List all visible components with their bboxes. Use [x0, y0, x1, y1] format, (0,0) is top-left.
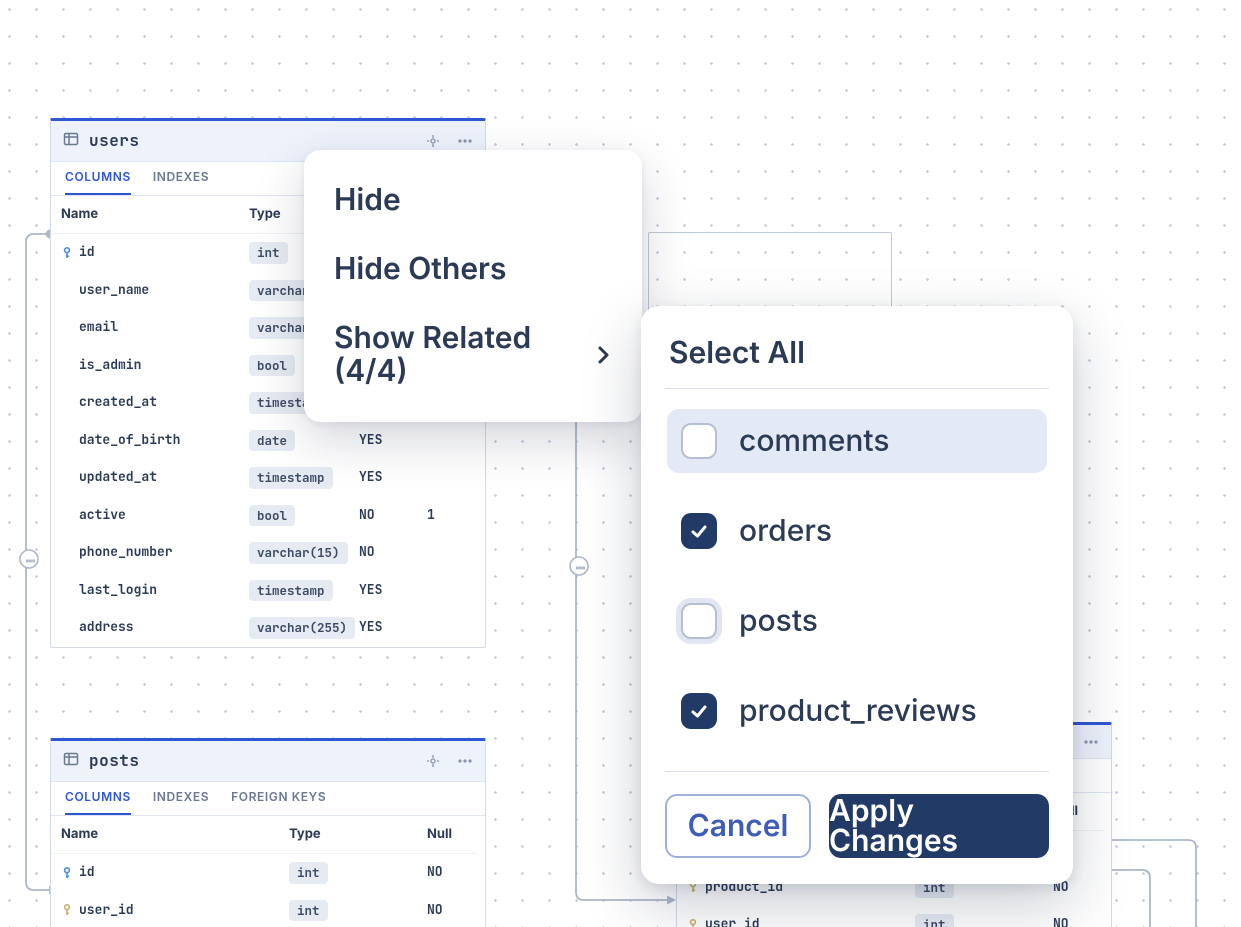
table-cell-name: id — [51, 234, 239, 272]
table-cell-default: 1 — [417, 497, 477, 535]
table-icon — [63, 131, 79, 151]
svg-text:…: … — [26, 554, 36, 565]
more-icon[interactable] — [1083, 734, 1099, 750]
table-cell-type: int — [279, 854, 417, 892]
more-icon[interactable] — [457, 133, 473, 149]
checkbox-unchecked-icon[interactable] — [681, 423, 717, 459]
table-cell-type: timestamp — [239, 572, 349, 610]
col-header-name: Name — [51, 816, 279, 854]
related-tables-popup: Select All comments orders posts product_re… — [641, 306, 1073, 884]
key-icon — [687, 919, 699, 927]
col-header-type: Type — [279, 816, 417, 854]
table-cell-default — [417, 609, 477, 647]
columns-grid: Name Type Null idintNOuser_idintNOtitlev… — [51, 816, 485, 927]
context-menu: Hide Hide Others Show Related (4/4) — [304, 150, 642, 422]
table-cell-null: NO — [349, 534, 417, 572]
menu-show-related-label: Show Related (4/4) — [334, 322, 596, 388]
table-cell-default — [417, 534, 477, 572]
tab-columns[interactable]: COLUMNS — [65, 791, 131, 815]
table-cell-null: NO — [417, 854, 477, 892]
table-cell-name: active — [51, 497, 239, 535]
table-cell-type: int — [905, 906, 1043, 927]
key-icon — [61, 247, 73, 259]
chevron-right-icon — [596, 342, 612, 368]
table-icon — [63, 751, 79, 771]
canvas[interactable]: … … users COLUMN — [0, 0, 1241, 927]
key-icon — [61, 904, 73, 916]
table-cell-name: user_id — [51, 892, 279, 927]
table-cell-type: timestamp — [239, 459, 349, 497]
tab-indexes[interactable]: INDEXES — [153, 791, 209, 815]
table-cell-null: YES — [349, 609, 417, 647]
menu-hide-others[interactable]: Hide Others — [312, 235, 634, 304]
menu-hide-label: Hide — [334, 184, 401, 217]
table-cell-name: date_of_birth — [51, 422, 239, 460]
related-option-label: comments — [739, 426, 890, 456]
divider — [665, 388, 1049, 389]
table-cell-type: date — [239, 422, 349, 460]
table-cell-default — [417, 422, 477, 460]
related-option[interactable]: posts — [667, 589, 1047, 653]
table-cell-null: NO — [417, 892, 477, 927]
table-cell-name: user_id — [677, 906, 905, 927]
table-header[interactable]: posts — [51, 741, 485, 782]
table-cell-name: is_admin — [51, 347, 239, 385]
table-tabs: COLUMNS INDEXES FOREIGN KEYS — [51, 782, 485, 816]
table-title: users — [89, 133, 140, 149]
svg-text:…: … — [576, 561, 586, 572]
related-option-label: orders — [739, 516, 832, 546]
table-cell-null: YES — [349, 459, 417, 497]
related-option[interactable]: orders — [667, 499, 1047, 563]
checkbox-checked-icon[interactable] — [681, 693, 717, 729]
table-cell-null: NO — [349, 497, 417, 535]
more-icon[interactable] — [457, 753, 473, 769]
related-option[interactable]: product_reviews — [667, 679, 1047, 743]
table-cell-default — [417, 572, 477, 610]
table-cell-name: updated_at — [51, 459, 239, 497]
auto-layout-icon[interactable] — [425, 753, 441, 769]
select-all-button[interactable]: Select All — [665, 330, 1049, 388]
apply-label: Apply Changes — [829, 796, 1049, 856]
table-cell-null: YES — [349, 422, 417, 460]
related-options: comments orders posts product_reviews — [665, 401, 1049, 753]
table-cell-name: last_login — [51, 572, 239, 610]
table-cell-name: created_at — [51, 384, 239, 422]
cancel-label: Cancel — [688, 811, 789, 841]
checkbox-checked-icon[interactable] — [681, 513, 717, 549]
key-icon — [61, 867, 73, 879]
cancel-button[interactable]: Cancel — [665, 794, 811, 858]
select-all-label: Select All — [669, 335, 805, 371]
menu-hide[interactable]: Hide — [312, 166, 634, 235]
auto-layout-icon[interactable] — [425, 133, 441, 149]
related-option[interactable]: comments — [667, 409, 1047, 473]
table-title: posts — [89, 753, 140, 769]
table-cell-null: YES — [349, 572, 417, 610]
table-cell-default — [417, 459, 477, 497]
table-cell-type: bool — [239, 497, 349, 535]
tab-foreign-keys[interactable]: FOREIGN KEYS — [231, 791, 326, 815]
table-cell-null: NO — [1043, 906, 1103, 927]
table-cell-name: id — [51, 854, 279, 892]
menu-hide-others-label: Hide Others — [334, 253, 506, 286]
col-header-name: Name — [51, 196, 239, 234]
related-option-label: posts — [739, 606, 818, 636]
table-cell-name: phone_number — [51, 534, 239, 572]
table-cell-type: varchar(15) — [239, 534, 349, 572]
tab-indexes[interactable]: INDEXES — [153, 171, 209, 195]
table-cell-name: email — [51, 309, 239, 347]
col-header-null: Null — [417, 816, 477, 854]
table-card-posts[interactable]: posts COLUMNS INDEXES FOREIGN KEYS Name … — [50, 738, 486, 927]
apply-button[interactable]: Apply Changes — [829, 794, 1049, 858]
related-option-label: product_reviews — [739, 696, 977, 726]
table-cell-type: varchar(255) — [239, 609, 349, 647]
checkbox-unchecked-icon[interactable] — [681, 603, 717, 639]
menu-show-related[interactable]: Show Related (4/4) — [312, 304, 634, 406]
table-cell-type: int — [279, 892, 417, 927]
tab-columns[interactable]: COLUMNS — [65, 171, 131, 195]
table-cell-name: user_name — [51, 272, 239, 310]
table-cell-name: address — [51, 609, 239, 647]
